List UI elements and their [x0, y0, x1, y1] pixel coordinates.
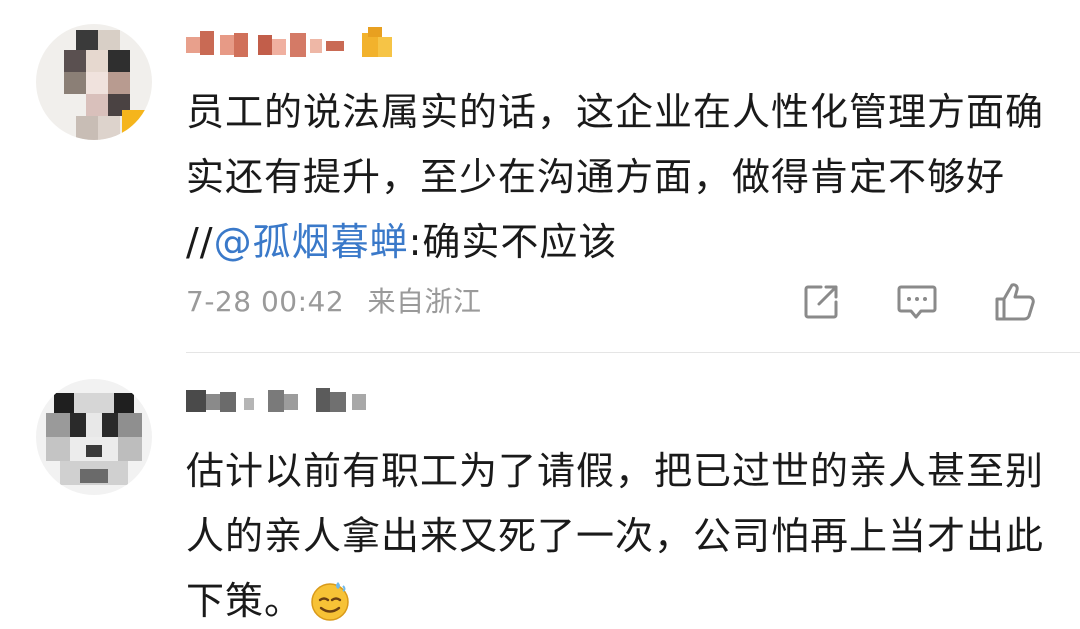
- username[interactable]: [186, 20, 416, 70]
- reply-button[interactable]: [893, 278, 941, 326]
- share-icon: [804, 285, 838, 319]
- mention-link[interactable]: @孤烟暮蝉: [214, 220, 409, 264]
- username-pixelated: [186, 27, 392, 57]
- comment-item: 员工的说法属实的话，这企业在人性化管理方面确实还有提升，至少在沟通方面，做得肯定…: [0, 0, 1080, 355]
- username-pixelated: [186, 388, 366, 412]
- comment-icon: [897, 285, 937, 319]
- timestamp: 7-28 00:42: [186, 285, 345, 318]
- comment-text: 员工的说法属实的话，这企业在人性化管理方面确实还有提升，至少在沟通方面，做得肯定…: [186, 80, 1046, 275]
- comment-text: 估计以前有职工为了请假，把已过世的亲人甚至别人的亲人拿出来又死了一次，公司怕再上…: [186, 439, 1046, 629]
- avatar[interactable]: [36, 379, 152, 495]
- comment-list: 员工的说法属实的话，这企业在人性化管理方面确实还有提升，至少在沟通方面，做得肯定…: [0, 0, 1080, 629]
- share-button[interactable]: [797, 278, 845, 326]
- sweat-smile-emoji: [309, 577, 353, 629]
- comment-item: 估计以前有职工为了请假，把已过世的亲人甚至别人的亲人拿出来又死了一次，公司怕再上…: [0, 355, 1080, 629]
- comment-text-tail: :确实不应该: [408, 220, 618, 264]
- thumbs-up-icon: [995, 283, 1035, 321]
- username[interactable]: [186, 375, 386, 425]
- location: 来自浙江: [367, 285, 482, 318]
- like-button[interactable]: [991, 278, 1039, 326]
- comment-meta: 7-28 00:42 来自浙江: [186, 280, 482, 320]
- divider: [186, 352, 1080, 353]
- avatar[interactable]: [36, 24, 152, 140]
